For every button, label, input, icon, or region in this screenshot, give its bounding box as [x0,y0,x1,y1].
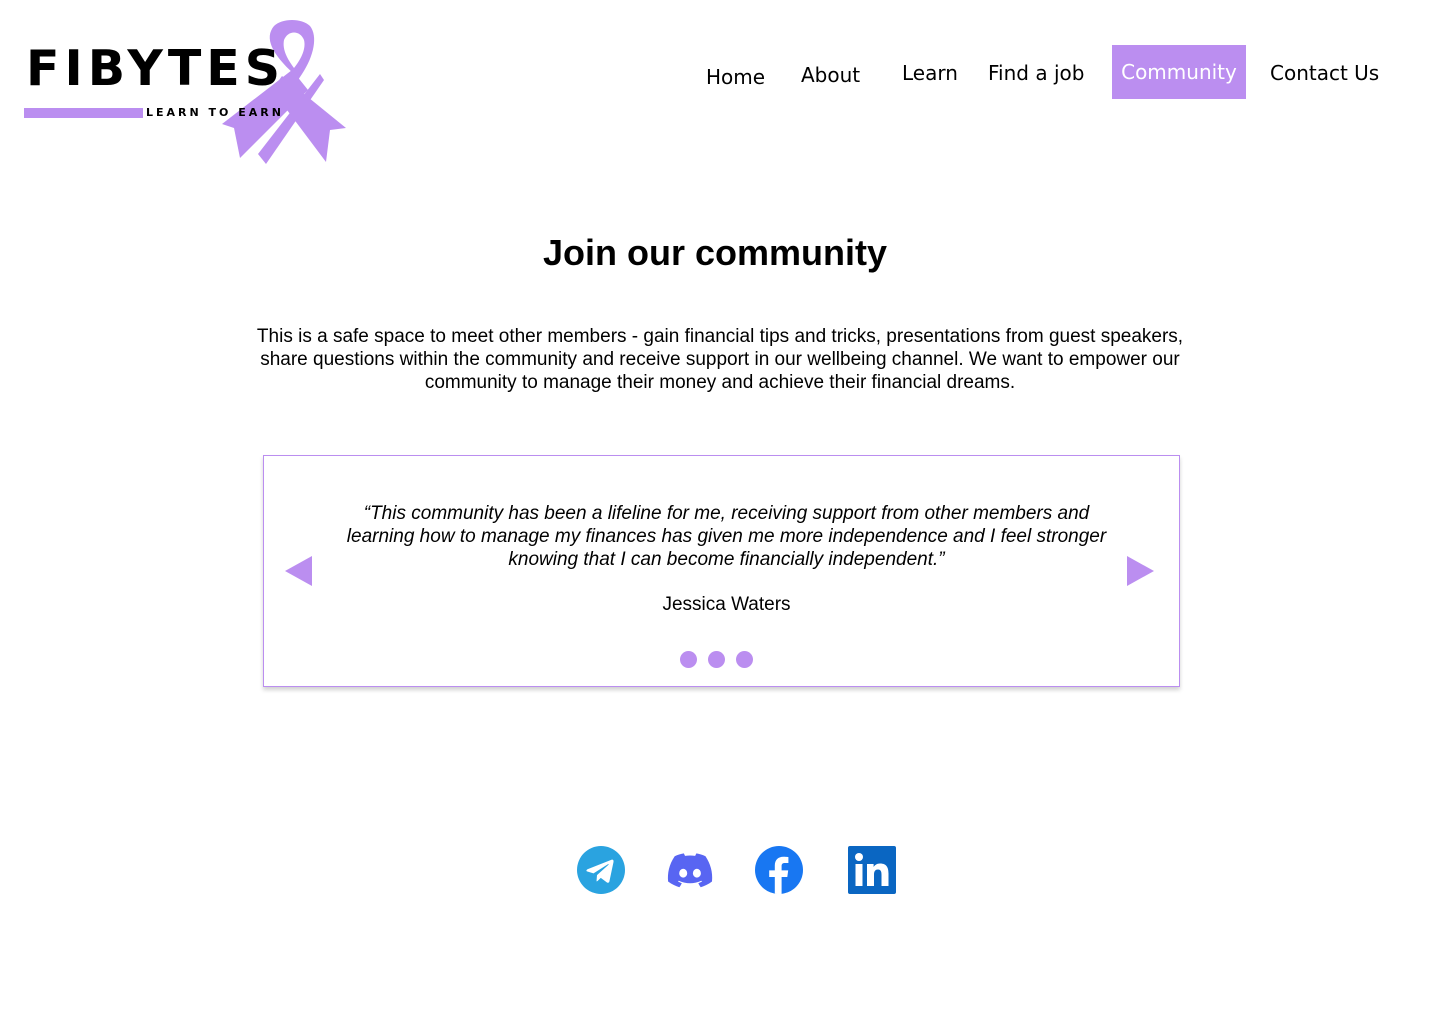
nav-about[interactable]: About [801,65,860,85]
site-logo[interactable]: FIBYTES LEARN TO EARN [24,16,354,166]
triangle-left-icon[interactable] [285,556,312,586]
page-title: Join our community [542,232,888,273]
telegram-icon[interactable] [577,846,625,894]
nav-home[interactable]: Home [706,67,765,87]
linkedin-icon[interactable] [848,846,896,894]
triangle-right-icon[interactable] [1127,556,1154,586]
logo-wordmark: FIBYTES [26,40,286,97]
carousel-dot-1[interactable] [680,651,697,668]
logo-tagline: LEARN TO EARN [146,106,284,119]
carousel-pagination [680,651,753,668]
facebook-icon[interactable] [755,846,803,894]
nav-learn[interactable]: Learn [902,63,958,83]
nav-find-a-job[interactable]: Find a job [988,63,1084,83]
carousel-dot-3[interactable] [736,651,753,668]
discord-icon[interactable] [666,846,714,894]
testimonial-quote: “This community has been a lifeline for … [346,503,1107,570]
carousel-dot-2[interactable] [708,651,725,668]
nav-contact-us[interactable]: Contact Us [1270,63,1379,83]
testimonial-author: Jessica Waters [662,594,791,615]
nav-community[interactable]: Community [1112,45,1246,99]
testimonial-carousel: “This community has been a lifeline for … [263,455,1180,687]
nav-community-label: Community [1121,60,1237,84]
logo-underline [24,108,143,118]
community-intro: This is a safe space to meet other membe… [256,326,1184,393]
